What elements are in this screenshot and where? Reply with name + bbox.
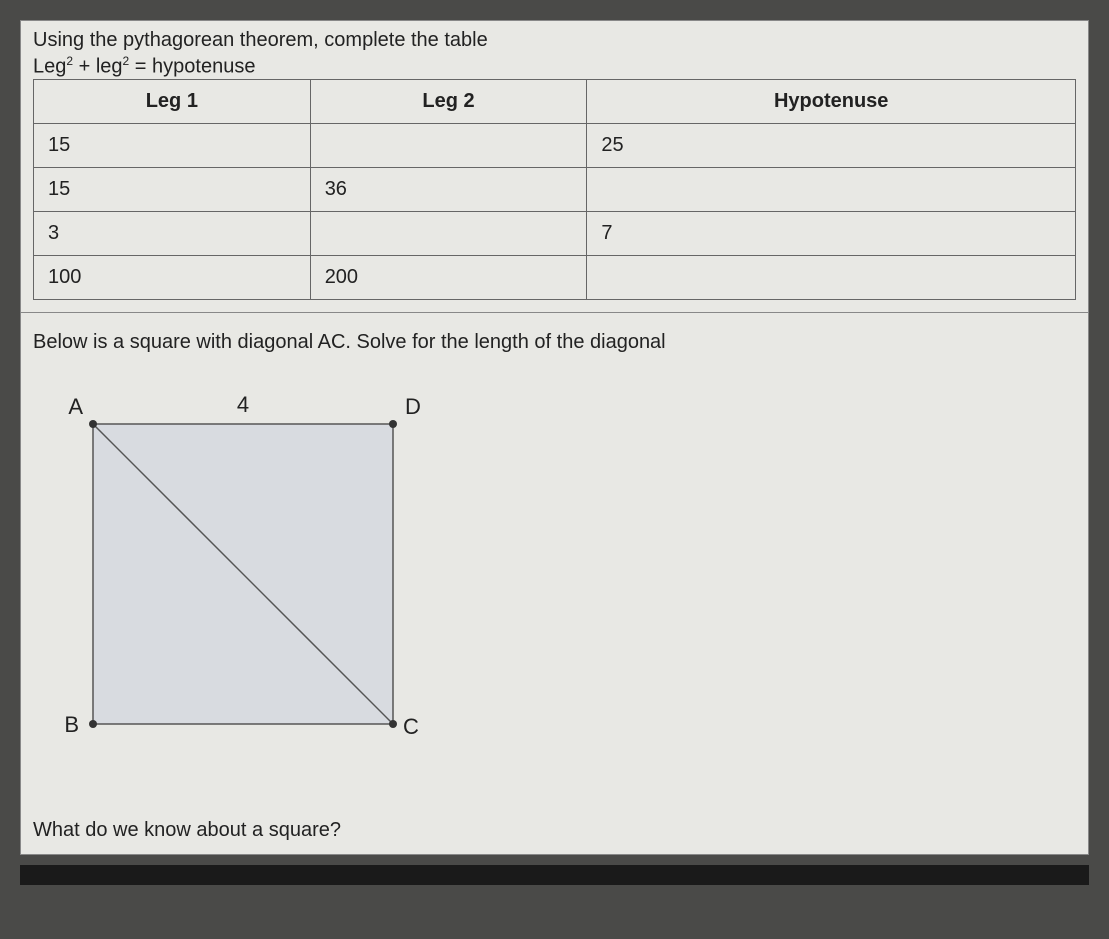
cell-leg1[interactable]: 15 — [34, 167, 311, 211]
cell-hyp[interactable] — [587, 255, 1076, 299]
square-problem-text: Below is a square with diagonal AC. Solv… — [33, 331, 1076, 354]
table-row: 3 7 — [34, 211, 1076, 255]
table-row: 15 36 — [34, 167, 1076, 211]
header-hypotenuse: Hypotenuse — [587, 79, 1076, 123]
formula-plus: + leg — [73, 56, 122, 78]
table-row: 15 25 — [34, 123, 1076, 167]
footer-bar — [20, 865, 1089, 885]
worksheet-container: Using the pythagorean theorem, complete … — [20, 20, 1089, 855]
square-diagram: A 4 D B C — [33, 374, 1076, 789]
cell-leg2[interactable] — [310, 211, 587, 255]
square-question: What do we know about a square? — [33, 819, 1076, 842]
section-pythagorean: Using the pythagorean theorem, complete … — [21, 21, 1088, 300]
cell-leg1[interactable]: 15 — [34, 123, 311, 167]
label-c: C — [403, 714, 419, 739]
cell-leg2[interactable]: 36 — [310, 167, 587, 211]
cell-leg2[interactable] — [310, 123, 587, 167]
intro-text-2: Leg2 + leg2 = hypotenuse — [33, 54, 1076, 79]
label-side: 4 — [237, 392, 249, 417]
label-a: A — [68, 394, 83, 419]
cell-hyp[interactable]: 7 — [587, 211, 1076, 255]
vertex-d-dot — [389, 420, 397, 428]
cell-leg1[interactable]: 3 — [34, 211, 311, 255]
vertex-a-dot — [89, 420, 97, 428]
header-leg2: Leg 2 — [310, 79, 587, 123]
square-svg: A 4 D B C — [53, 384, 433, 764]
section-square: Below is a square with diagonal AC. Solv… — [21, 312, 1088, 854]
label-d: D — [405, 394, 421, 419]
table-header-row: Leg 1 Leg 2 Hypotenuse — [34, 79, 1076, 123]
table-row: 100 200 — [34, 255, 1076, 299]
cell-hyp[interactable] — [587, 167, 1076, 211]
cell-hyp[interactable]: 25 — [587, 123, 1076, 167]
cell-leg2[interactable]: 200 — [310, 255, 587, 299]
cell-leg1[interactable]: 100 — [34, 255, 311, 299]
formula-leg1: Leg — [33, 56, 66, 78]
vertex-c-dot — [389, 720, 397, 728]
pythagorean-table: Leg 1 Leg 2 Hypotenuse 15 25 15 36 3 — [33, 79, 1076, 300]
formula-eq: = hypotenuse — [129, 56, 255, 78]
label-b: B — [64, 712, 79, 737]
header-leg1: Leg 1 — [34, 79, 311, 123]
intro-text-1: Using the pythagorean theorem, complete … — [33, 29, 1076, 52]
vertex-b-dot — [89, 720, 97, 728]
